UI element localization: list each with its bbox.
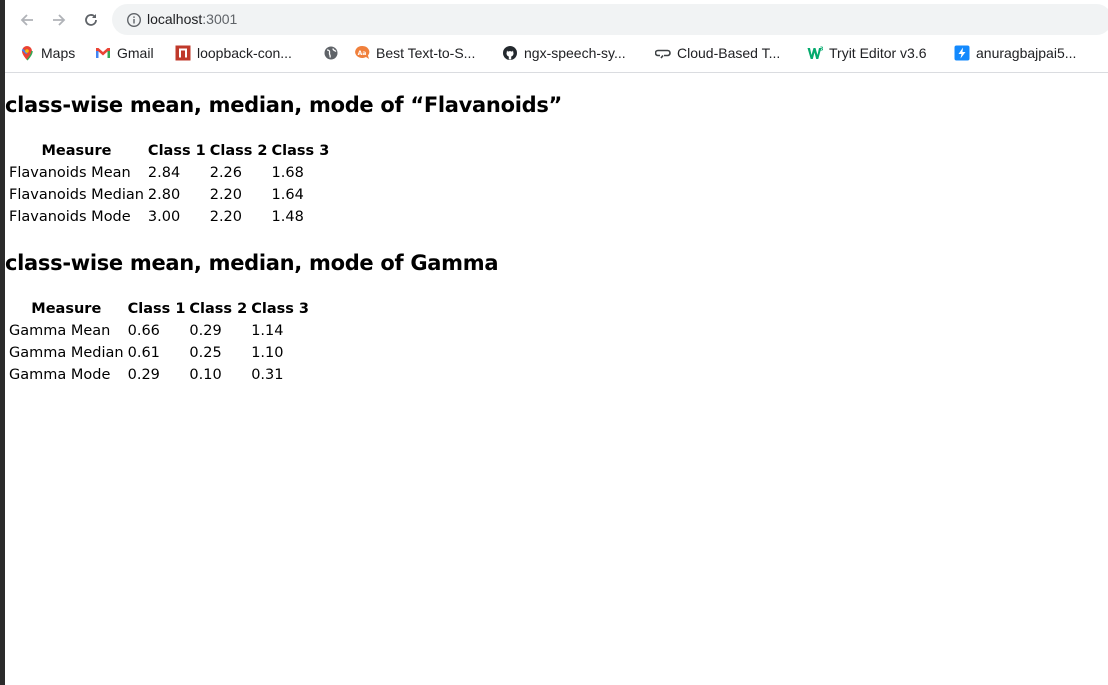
bookmark-label: Gmail [117,45,154,61]
table-cell: 2.20 [209,187,243,203]
svg-text:3: 3 [820,47,823,53]
gamma-table: Measure Class 1 Class 2 Class 3 Gamma Me… [6,297,312,387]
svg-text:Aa: Aa [358,50,367,57]
column-header: Class 2 [209,143,268,159]
bookmark-loopback[interactable]: loopback-con... [175,43,292,63]
table-cell: 0.29 [189,323,222,339]
reload-button[interactable] [79,8,103,32]
column-header: Class 3 [271,143,330,159]
table-cell: 1.14 [251,323,284,339]
bookmark-anuragbajpai[interactable]: anuragbajpai5... [954,43,1076,63]
table-row: Gamma Median 0.61 0.25 1.10 [8,343,310,363]
column-header: Class 1 [127,301,186,317]
table-cell: 0.31 [251,367,284,383]
table-row: Flavanoids Mode 3.00 2.20 1.48 [8,207,330,227]
bookmark-label: ngx-speech-sy... [524,45,626,61]
bookmark-tryit-editor[interactable]: 3 Tryit Editor v3.6 [807,43,927,63]
bookmark-ngx-speech[interactable]: ngx-speech-sy... [502,43,626,63]
table-cell: Gamma Mean [9,323,111,339]
table-cell: 0.66 [127,323,160,339]
flavanoids-table: Measure Class 1 Class 2 Class 3 Flavanoi… [6,139,332,229]
bookmark-label: Best Text-to-S... [376,45,476,61]
globe-icon [323,45,339,61]
table-cell: 0.29 [127,367,160,383]
cloud-link-icon [655,45,671,61]
table-cell: 1.68 [271,165,304,181]
table-row: Gamma Mean 0.66 0.29 1.14 [8,321,310,341]
table-header-row: Measure Class 1 Class 2 Class 3 [8,141,330,161]
flavanoids-heading: class-wise mean, median, mode of “Flavan… [5,93,563,117]
bookmarks-bar: Maps Gmail loopback-con... Aa Best Text-… [5,40,1108,66]
bookmark-label: Cloud-Based T... [677,45,781,61]
maps-pin-icon [19,45,35,61]
table-header-row: Measure Class 1 Class 2 Class 3 [8,299,310,319]
info-icon[interactable] [126,12,142,28]
reload-icon [85,14,97,26]
table-row: Flavanoids Median 2.80 2.20 1.64 [8,185,330,205]
column-header: Class 2 [189,301,248,317]
arrow-left-icon [20,14,33,26]
bookmark-maps[interactable]: Maps [19,43,75,63]
browser-chrome: localhost:3001 Maps Gmail loopback-con..… [5,0,1108,73]
table-cell: 0.61 [127,345,160,361]
text-to-speech-icon: Aa [354,45,370,61]
column-header: Class 3 [251,301,309,317]
column-header: Class 1 [147,143,206,159]
github-icon [502,45,518,61]
table-row: Gamma Mode 0.29 0.10 0.31 [8,365,310,385]
back-button[interactable] [15,8,39,32]
lightning-icon [954,45,970,61]
table-cell: Flavanoids Mean [9,165,131,181]
arrow-right-icon [53,14,66,26]
table-cell: 0.25 [189,345,222,361]
table-cell: 2.84 [147,165,181,181]
loopback-icon [175,45,191,61]
url-port: :3001 [202,11,238,27]
address-bar[interactable]: localhost:3001 [112,4,1108,35]
forward-button[interactable] [47,8,71,32]
gamma-heading: class-wise mean, median, mode of Gamma [5,251,499,275]
bookmark-label: Maps [41,45,76,61]
bookmark-gmail[interactable]: Gmail [95,43,154,63]
table-cell: 2.20 [209,209,243,225]
table-cell: 2.80 [147,187,181,203]
bookmark-label: anuragbajpai5... [976,45,1077,61]
table-cell: Gamma Mode [9,367,111,383]
table-row: Flavanoids Mean 2.84 2.26 1.68 [8,163,330,183]
w3schools-icon: 3 [807,45,823,61]
table-cell: 1.64 [271,187,304,203]
table-cell: Gamma Median [9,345,124,361]
table-cell: Flavanoids Median [9,187,144,203]
column-header: Measure [41,143,112,159]
url-text[interactable]: localhost:3001 [147,11,237,28]
gmail-icon [95,45,111,61]
table-cell: 0.10 [189,367,222,383]
bookmark-label: loopback-con... [197,45,292,61]
bookmark-globe[interactable] [323,43,345,63]
browser-toolbar: localhost:3001 [5,0,1108,38]
table-cell: 1.10 [251,345,284,361]
bookmark-best-text-to-speech[interactable]: Aa Best Text-to-S... [354,43,475,63]
url-host: localhost [147,11,203,27]
column-header: Measure [31,301,102,317]
table-cell: 3.00 [147,209,181,225]
table-cell: Flavanoids Mode [9,209,131,225]
table-cell: 2.26 [209,165,243,181]
page-content: class-wise mean, median, mode of “Flavan… [5,73,1108,685]
bookmark-cloud-based[interactable]: Cloud-Based T... [655,43,780,63]
table-cell: 1.48 [271,209,304,225]
bookmark-label: Tryit Editor v3.6 [829,45,927,61]
